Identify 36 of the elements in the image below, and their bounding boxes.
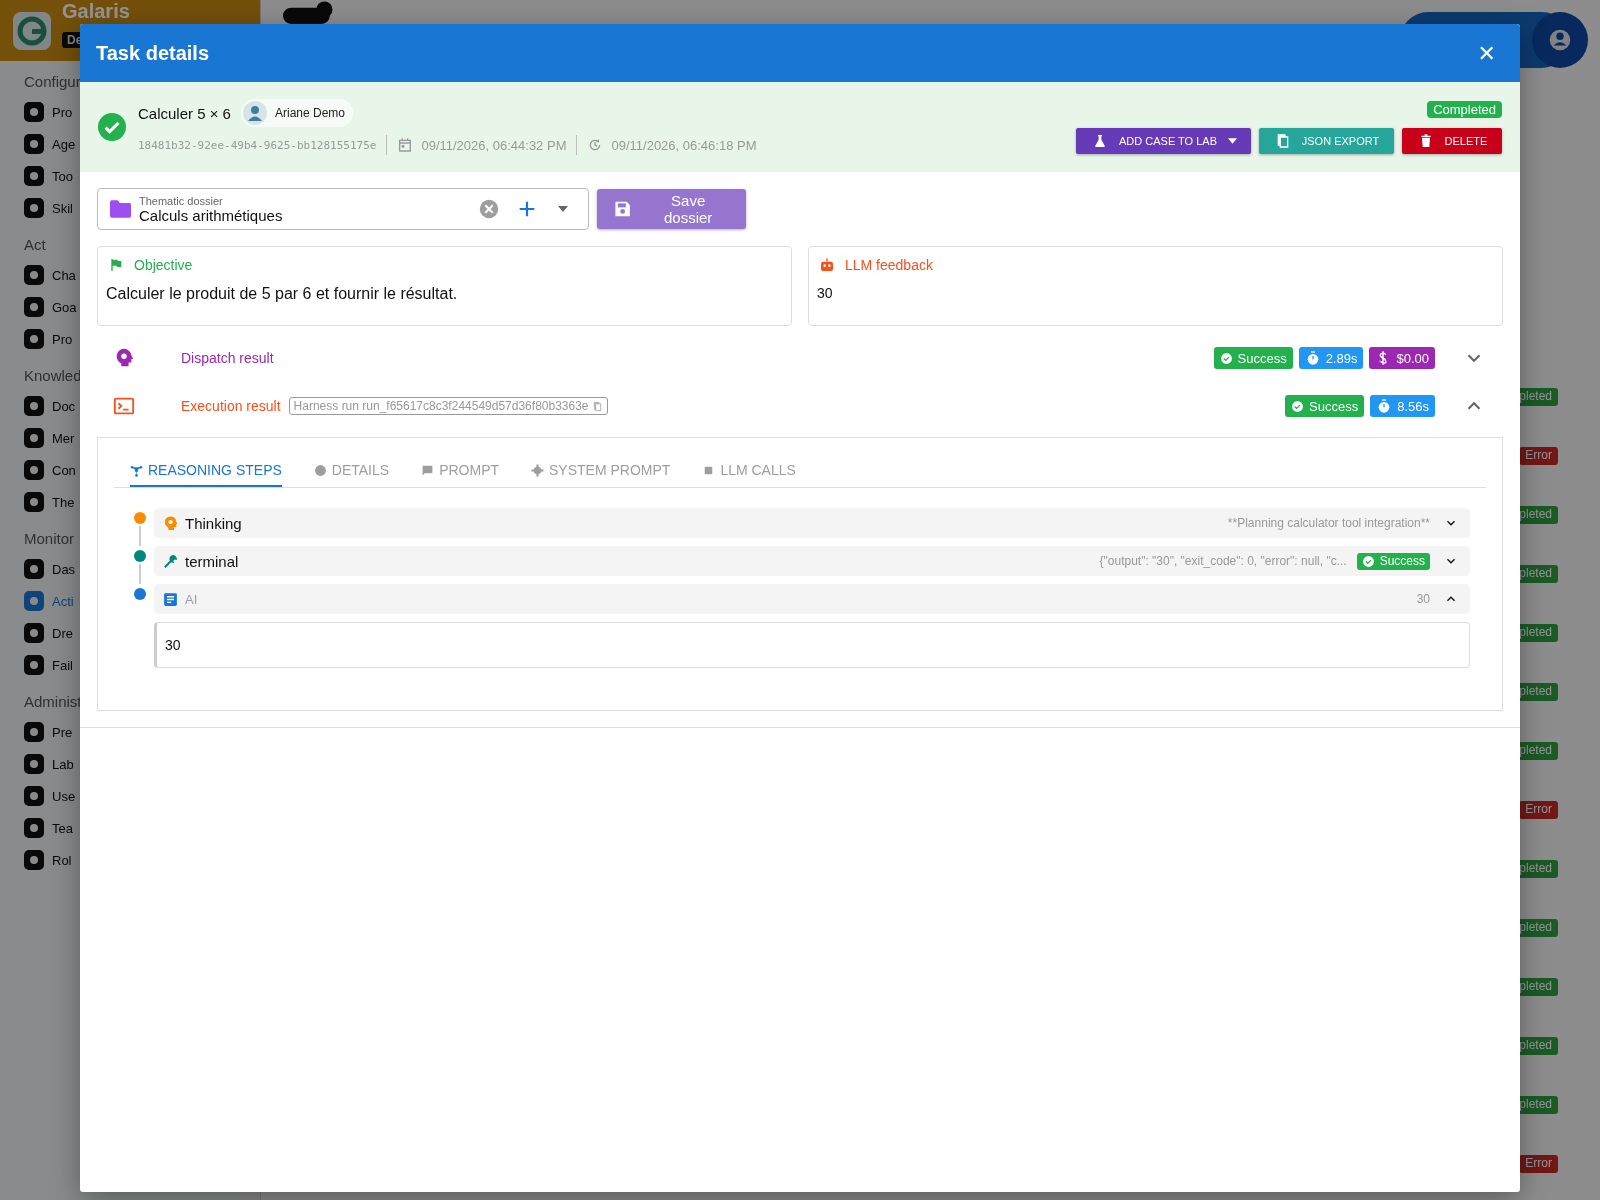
result-badge: 2.89s [1298,347,1364,369]
field-label: Thematic dossier [139,194,224,207]
result-title: Execution result [181,398,281,414]
result-badge: $0.00 [1369,347,1435,369]
card-title: Objective [134,257,193,273]
step-badge: Success [1356,552,1430,570]
brand-name: Galaris [62,1,130,22]
status-badge: Completed [1427,100,1502,118]
task-name: Calculer 5 × 6 [138,104,231,122]
section-heading: Act [23,236,47,255]
step-summary: 30 [1416,592,1430,606]
section-heading: Administ [23,693,83,712]
created-date: 09/11/2026, 06:44:32 PM [421,137,567,153]
step-summary: {"output": "30", "exit_code": 0, "error": null, "c... [1099,554,1347,568]
card-title: LLM feedback [845,257,933,273]
objective-text: Calculer le produit de 5 par 6 et fournir le résultat. [106,285,459,303]
status-badge: Error [1519,1155,1558,1173]
step-title: AI [185,591,198,607]
result-title: Dispatch result [181,350,274,366]
step-title: Thinking [185,514,242,532]
finished-date: 09/11/2026, 06:46:18 PM [611,137,757,153]
section-heading: Configur [23,73,82,92]
dialog-title: Task details [96,41,211,65]
field-value: Calculs arithmétiques [139,206,284,224]
step-output: 30 [154,622,1470,668]
step-summary: **Planning calculator tool integration** [1227,516,1430,530]
status-badge: Error [1519,801,1558,819]
feedback-text: 30 [817,285,834,301]
result-badge: Success [1285,395,1365,417]
result-badge: 8.56s [1370,395,1435,417]
user-name: Ariane Demo [274,106,345,120]
status-badge: Error [1519,447,1558,465]
section-heading: Monitor [23,530,76,549]
step-title: terminal [185,552,239,570]
task-id: 18481b32-92ee-49b4-9625-bb128155175e [138,138,377,152]
result-badge: Success [1213,347,1293,369]
